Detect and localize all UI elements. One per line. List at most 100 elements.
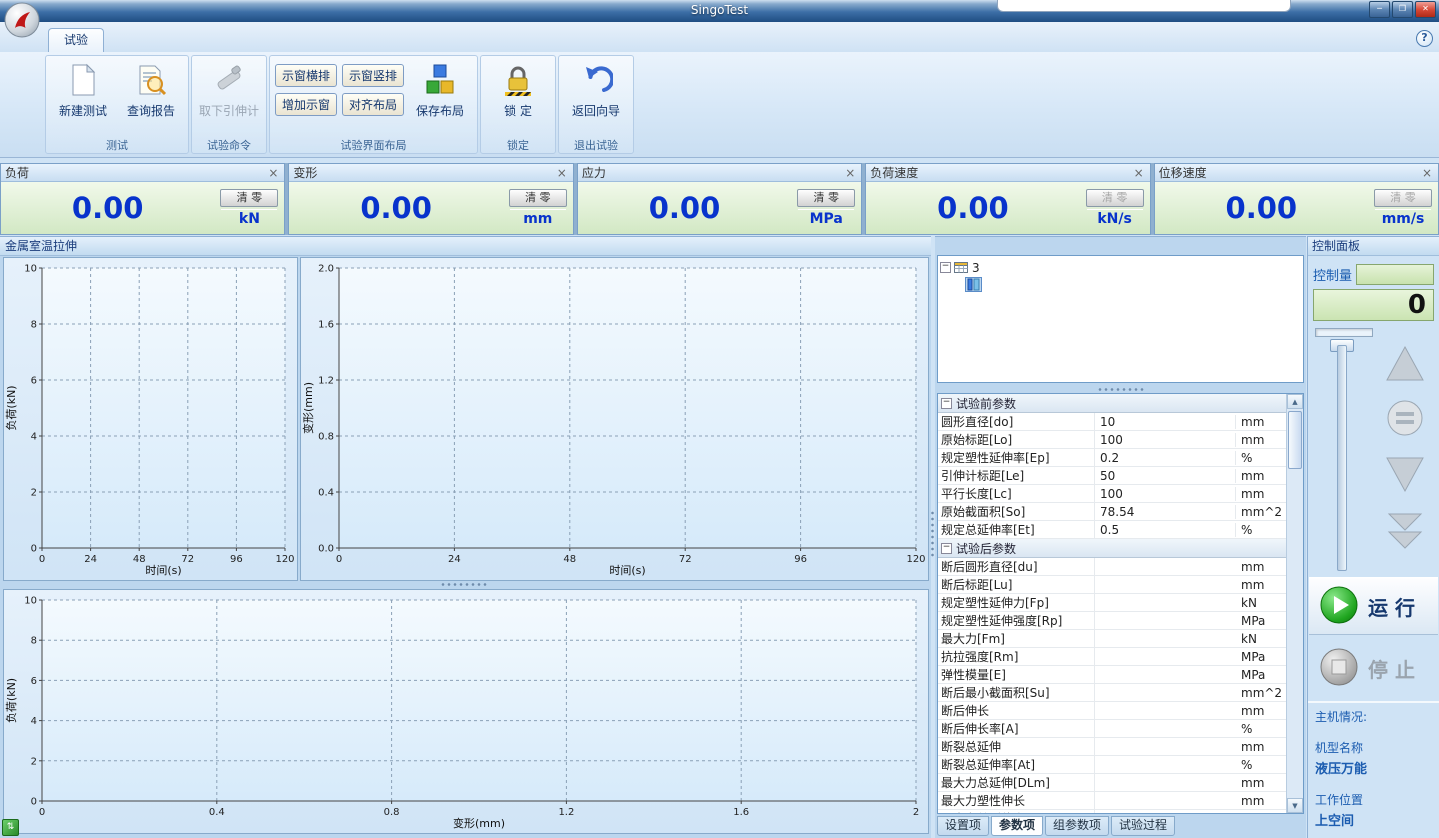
panel-close-icon[interactable]: × [1132,166,1146,180]
param-row[interactable]: 断后最小截面积[Su]mm^2 [938,684,1287,702]
down-button[interactable] [1382,451,1428,497]
fast-down-button[interactable] [1382,509,1428,555]
param-tab[interactable]: 参数项 [991,816,1043,836]
scroll-down-icon[interactable]: ▼ [1287,798,1303,813]
tree-collapse-icon[interactable]: − [940,262,951,273]
param-row[interactable]: 圆形直径[do]10mm [938,413,1287,431]
param-row[interactable]: 断后圆形直径[du]mm [938,558,1287,576]
svg-text:时间(s): 时间(s) [609,564,645,577]
group-collapse-icon[interactable]: − [941,543,952,554]
panel-close-icon[interactable]: × [266,166,280,180]
param-row[interactable]: 规定塑性延伸力[Fp]kN [938,594,1287,612]
param-row[interactable]: 断后伸长mm [938,702,1287,720]
param-value[interactable]: 0.5 [1095,523,1236,537]
param-unit: kN [1236,632,1287,646]
specimen-tree[interactable]: − 3 [937,255,1304,383]
add-window-button[interactable]: 增加示窗 [275,93,337,116]
close-button[interactable]: ✕ [1415,1,1436,18]
svg-text:变形(mm): 变形(mm) [301,382,315,434]
param-row[interactable]: 抗拉强度[Rm]MPa [938,648,1287,666]
stop-button[interactable]: 停 止 [1309,639,1438,697]
param-tab[interactable]: 设置项 [937,816,989,836]
chart-deform-vs-time: 0244872961200.00.40.81.21.62.0时间(s)变形(mm… [300,257,929,581]
param-row[interactable]: 平行长度[Lc]100mm [938,485,1287,503]
param-name: 最大力塑性伸长 [938,792,1095,809]
meters-row: 负荷×0.00清 零kN变形×0.00清 零mm应力×0.00清 零MPa负荷速… [0,163,1439,235]
remove-extensometer-button[interactable]: 取下引伸计 [195,58,263,119]
svg-text:0.8: 0.8 [384,807,400,818]
param-row[interactable]: 最大力总延伸[DLm]mm [938,774,1287,792]
return-wizard-button[interactable]: 返回向导 [562,58,630,119]
param-row[interactable]: 原始截面积[So]78.54mm^2 [938,503,1287,521]
param-value[interactable]: 0.2 [1095,451,1236,465]
param-value[interactable]: 10 [1095,415,1236,429]
control-amount-input[interactable] [1356,264,1434,285]
panel-close-icon[interactable]: × [1420,166,1434,180]
param-row[interactable]: 规定塑性延伸强度[Rp]MPa [938,612,1287,630]
parameter-grid: −试验前参数圆形直径[do]10mm原始标距[Lo]100mm规定塑性延伸率[E… [937,393,1304,814]
scroll-up-icon[interactable]: ▲ [1287,394,1303,409]
clear-button[interactable]: 清 零 [1374,189,1432,207]
clear-button[interactable]: 清 零 [1086,189,1144,207]
param-tab[interactable]: 组参数项 [1045,816,1109,836]
speed-slider-track[interactable] [1337,345,1347,571]
param-tab[interactable]: 试验过程 [1111,816,1175,836]
windows-vertical-button[interactable]: 示窗竖排 [342,64,404,87]
panel-close-icon[interactable]: × [843,166,857,180]
param-row[interactable]: 最大力[Fm]kN [938,630,1287,648]
up-button[interactable] [1382,341,1428,387]
param-name: 原始截面积[So] [938,503,1095,520]
param-row[interactable]: 最大力总延伸率[Agt]% [938,810,1287,813]
tab-test[interactable]: 试验 [48,28,104,53]
clear-button[interactable]: 清 零 [509,189,567,207]
query-report-button[interactable]: 查询报告 [117,58,185,119]
new-test-button[interactable]: 新建测试 [49,58,117,119]
tree-grid-splitter[interactable] [937,385,1304,393]
lock-button[interactable]: 锁 定 [484,58,552,119]
param-row[interactable]: 断后伸长率[A]% [938,720,1287,738]
clear-button[interactable]: 清 零 [220,189,278,207]
param-value[interactable]: 78.54 [1095,505,1236,519]
meter-value: 0.00 [866,182,1079,234]
param-unit: mm [1236,578,1287,592]
app-logo-icon[interactable] [3,1,41,39]
chart-load-vs-time: 0244872961200246810时间(s)负荷(kN) [3,257,298,581]
group-label-exit: 退出试验 [559,138,633,153]
specimen-icon[interactable] [966,278,981,291]
param-row[interactable]: 规定塑性延伸率[Ep]0.2% [938,449,1287,467]
maximize-button[interactable]: ❐ [1392,1,1413,18]
param-row[interactable]: 断后标距[Lu]mm [938,576,1287,594]
horizontal-splitter[interactable] [0,581,927,588]
param-unit: % [1236,758,1287,772]
tree-child-row[interactable] [940,276,1301,293]
meter-unit: mm/s [1375,209,1431,227]
param-row[interactable]: 弹性模量[E]MPa [938,666,1287,684]
param-row[interactable]: 引伸计标距[Le]50mm [938,467,1287,485]
param-row[interactable]: 断裂总延伸率[At]% [938,756,1287,774]
panel-close-icon[interactable]: × [555,166,569,180]
param-value[interactable]: 100 [1095,433,1236,447]
clear-button[interactable]: 清 零 [797,189,855,207]
help-icon[interactable]: ? [1416,30,1433,47]
minimize-button[interactable]: ─ [1369,1,1390,18]
status-corner-icon[interactable]: ⇅ [2,819,19,836]
param-row[interactable]: 规定总延伸率[Et]0.5% [938,521,1287,539]
titlebar[interactable]: SingoTest ─ ❐ ✕ [0,0,1439,22]
param-row[interactable]: 原始标距[Lo]100mm [938,431,1287,449]
tree-root-label[interactable]: 3 [972,261,980,275]
run-button[interactable]: 运 行 [1309,577,1438,635]
param-row[interactable]: 断裂总延伸mm [938,738,1287,756]
scrollbar-thumb[interactable] [1288,411,1302,469]
group-collapse-icon[interactable]: − [941,398,952,409]
save-layout-button[interactable]: 保存布局 [406,58,474,119]
grid-scrollbar[interactable]: ▲ ▼ [1286,394,1303,813]
param-group-header[interactable]: −试验前参数 [938,394,1287,413]
param-value[interactable]: 50 [1095,469,1236,483]
param-row[interactable]: 最大力塑性伸长mm [938,792,1287,810]
param-group-header[interactable]: −试验后参数 [938,539,1287,558]
tree-root-row[interactable]: − 3 [940,259,1301,276]
windows-horizontal-button[interactable]: 示窗横排 [275,64,337,87]
align-layout-button[interactable]: 对齐布局 [342,93,404,116]
hold-button[interactable] [1382,395,1428,441]
param-value[interactable]: 100 [1095,487,1236,501]
